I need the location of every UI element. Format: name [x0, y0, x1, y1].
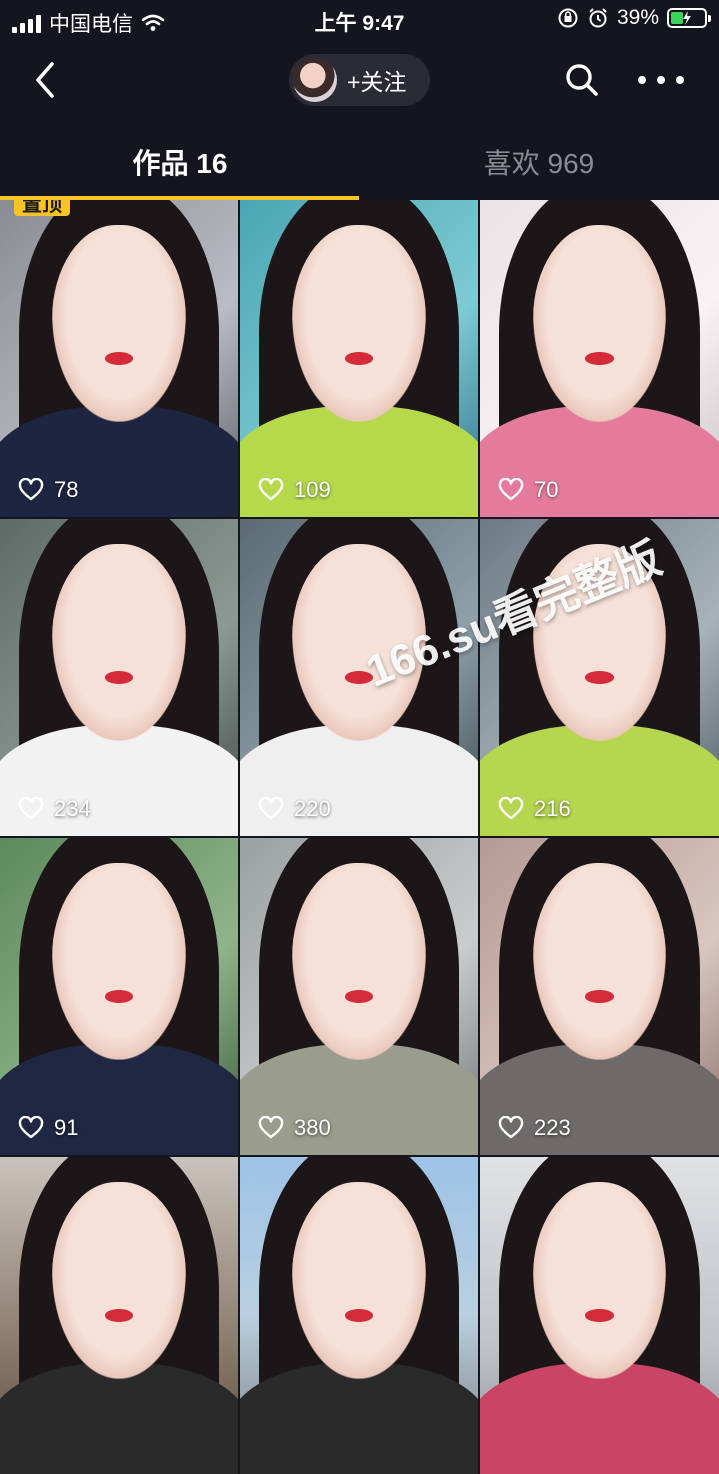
video-thumbnail[interactable]: 234 [0, 519, 238, 836]
nav-bar: +关注 [0, 40, 719, 122]
thumbnail-lips [104, 1309, 134, 1322]
video-thumbnail[interactable]: 109 [240, 200, 478, 517]
thumbnail-face [52, 225, 186, 422]
status-bar-right: 39% [557, 6, 711, 30]
alarm-icon [589, 8, 607, 28]
thumbnail-face [292, 863, 426, 1060]
like-count: 216 [498, 796, 571, 822]
video-thumbnail[interactable]: 220 [240, 519, 478, 836]
follow-label: +关注 [347, 69, 407, 95]
charging-bolt-icon [683, 11, 691, 25]
thumbnail-lips [104, 990, 134, 1003]
thumbnail-lips [344, 1309, 374, 1322]
more-options-icon[interactable] [638, 62, 684, 98]
heart-icon [258, 1116, 284, 1139]
follow-button[interactable]: +关注 [289, 54, 430, 106]
avatar[interactable] [293, 58, 337, 102]
pinned-badge: 置顶 [14, 200, 70, 216]
like-count: 234 [18, 796, 91, 822]
thumbnail-lips [104, 671, 134, 684]
like-count-value: 109 [294, 477, 331, 502]
video-thumbnail[interactable]: 91 [0, 838, 238, 1155]
like-count: 78 [18, 477, 78, 503]
video-thumbnail[interactable]: 216 [480, 519, 719, 836]
like-count: 223 [498, 1115, 571, 1141]
like-count-value: 216 [534, 796, 571, 821]
like-count-value: 220 [294, 796, 331, 821]
like-count-value: 380 [294, 1115, 331, 1140]
rotation-lock-icon [558, 8, 578, 28]
thumbnail-face [532, 863, 667, 1060]
thumbnail-face [52, 863, 186, 1060]
video-thumbnail[interactable]: 380 [240, 838, 478, 1155]
search-icon[interactable] [562, 60, 602, 100]
thumbnail-face [532, 1182, 667, 1379]
like-count: 70 [498, 477, 558, 503]
video-thumbnail[interactable] [240, 1157, 478, 1474]
thumbnail-face [52, 1182, 186, 1379]
like-count: 109 [258, 477, 331, 503]
thumbnail-lips [585, 990, 614, 1003]
status-bar: 中国电信 上午 9:47 39% [0, 0, 719, 40]
thumbnail-lips [104, 352, 134, 365]
battery-icon [667, 8, 711, 28]
heart-icon [18, 797, 44, 820]
thumbnail-face [292, 225, 426, 422]
battery-percent: 39% [616, 6, 659, 29]
video-thumbnail[interactable]: 70 [480, 200, 719, 517]
thumbnail-face [292, 1182, 426, 1379]
video-thumbnail[interactable] [480, 1157, 719, 1474]
like-count-value: 234 [54, 796, 91, 821]
back-icon[interactable] [28, 58, 64, 102]
heart-icon [258, 797, 284, 820]
thumbnail-lips [344, 352, 374, 365]
like-count-value: 91 [54, 1115, 79, 1140]
video-thumbnail[interactable] [0, 1157, 238, 1474]
thumbnail-lips [344, 671, 374, 684]
video-thumbnail[interactable]: 223 [480, 838, 719, 1155]
video-grid: 置顶 78 109 70 234 220 216 91 380 223 [0, 200, 719, 1474]
video-thumbnail[interactable]: 置顶 78 [0, 200, 238, 517]
heart-icon [18, 1116, 44, 1139]
like-count: 91 [18, 1115, 78, 1141]
thumbnail-lips [585, 1309, 614, 1322]
heart-icon [498, 478, 524, 501]
like-count-value: 223 [534, 1115, 571, 1140]
thumbnail-lips [344, 990, 374, 1003]
thumbnail-lips [585, 352, 614, 365]
heart-icon [498, 797, 524, 820]
thumbnail-lips [585, 671, 614, 684]
heart-icon [258, 478, 284, 501]
tab-works[interactable]: 作品 16 [0, 142, 360, 182]
like-count: 380 [258, 1115, 331, 1141]
thumbnail-body [240, 1363, 478, 1474]
thumbnail-face [292, 544, 426, 741]
profile-tabs: 作品 16 喜欢 969 [0, 122, 719, 200]
like-count-value: 70 [534, 477, 559, 502]
thumbnail-face [532, 544, 667, 741]
thumbnail-body [0, 1363, 238, 1474]
thumbnail-face [532, 225, 667, 422]
like-count: 220 [258, 796, 331, 822]
thumbnail-face [52, 544, 186, 741]
heart-icon [498, 1116, 524, 1139]
tab-likes[interactable]: 喜欢 969 [359, 142, 719, 182]
heart-icon [18, 478, 44, 501]
like-count-value: 78 [54, 477, 79, 502]
thumbnail-body [480, 1363, 719, 1474]
